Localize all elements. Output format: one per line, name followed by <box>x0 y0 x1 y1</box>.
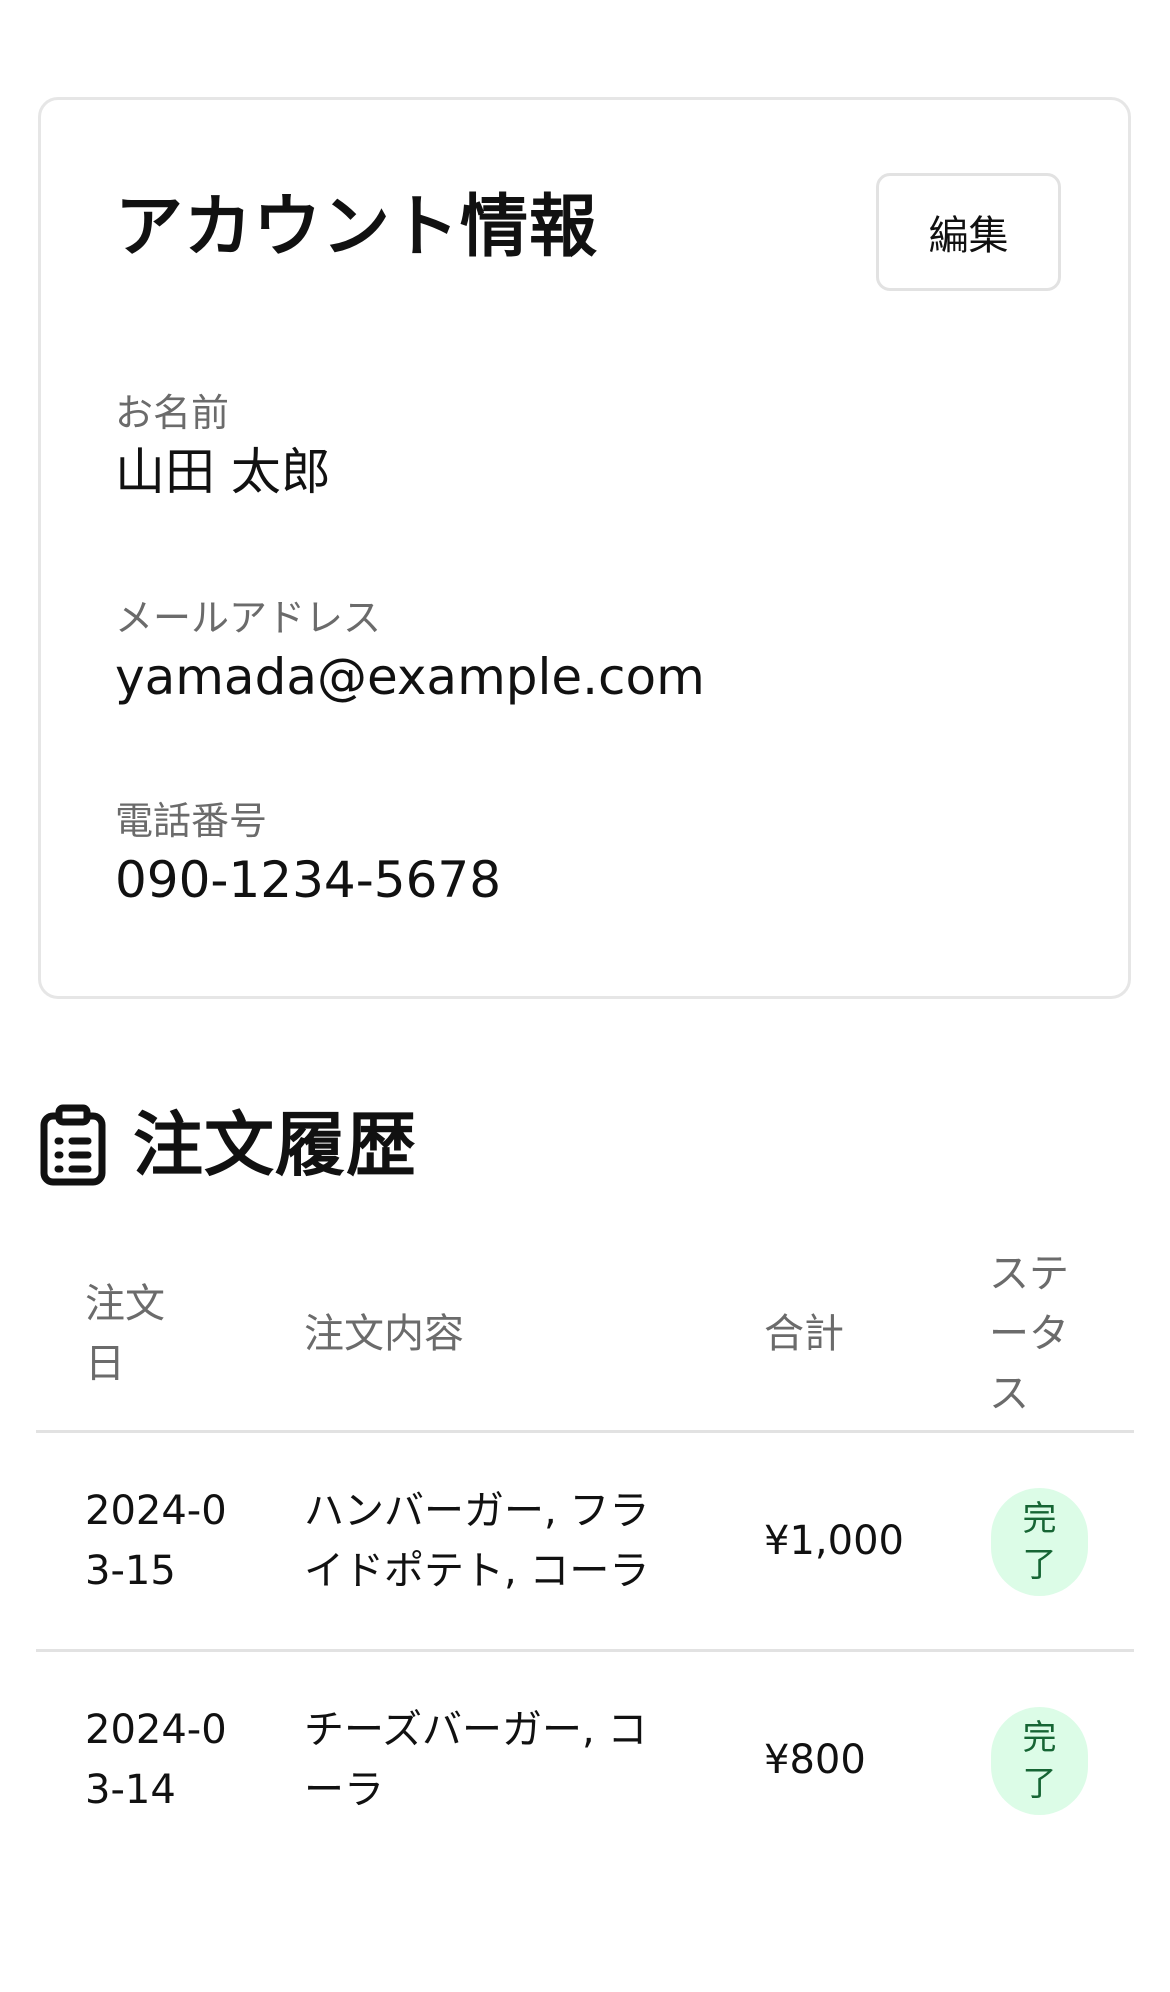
order-items: チーズバーガー, コーラ <box>304 1707 648 1813</box>
column-header-status: ステータス <box>989 1251 1069 1417</box>
table-row: 2024-03-15 ハンバーガー, フライドポテト, コーラ ¥1,000 完… <box>36 1433 1134 1652</box>
account-info-card: アカウント情報 編集 お名前 山田 太郎 メールアドレス yamada@exam… <box>38 97 1131 999</box>
order-total: ¥1,000 <box>764 1518 904 1564</box>
account-page: アカウント情報 編集 お名前 山田 太郎 メールアドレス yamada@exam… <box>0 0 1170 1992</box>
email-label: メールアドレス <box>115 596 382 640</box>
phone-value: 090-1234-5678 <box>115 851 502 909</box>
edit-button[interactable]: 編集 <box>876 173 1061 291</box>
order-date: 2024-03-14 <box>85 1707 227 1813</box>
order-items: ハンバーガー, フライドポテト, コーラ <box>304 1488 650 1594</box>
clipboard-list-icon <box>38 1104 108 1186</box>
table-header-row: 注文日 注文内容 合計 ステータス <box>36 1236 1134 1433</box>
name-label: お名前 <box>115 391 230 435</box>
order-history-title: 注文履歴 <box>133 1104 417 1186</box>
order-history-table: 注文日 注文内容 合計 ステータス 2024-03-15 ハンバーガー, フライ… <box>36 1236 1134 1868</box>
phone-label: 電話番号 <box>115 799 268 843</box>
order-history-header: 注文履歴 <box>38 1100 417 1190</box>
column-header-total: 合計 <box>764 1311 844 1357</box>
order-total: ¥800 <box>764 1737 866 1783</box>
column-header-items: 注文内容 <box>304 1311 464 1357</box>
status-badge: 完了 <box>991 1707 1088 1815</box>
name-value: 山田 太郎 <box>115 443 331 501</box>
table-row: 2024-03-14 チーズバーガー, コーラ ¥800 完了 <box>36 1652 1134 1868</box>
column-header-date: 注文日 <box>85 1281 165 1387</box>
order-date: 2024-03-15 <box>85 1488 227 1594</box>
account-info-title: アカウント情報 <box>115 188 599 267</box>
status-badge: 完了 <box>991 1488 1088 1596</box>
email-value: yamada@example.com <box>115 648 705 706</box>
